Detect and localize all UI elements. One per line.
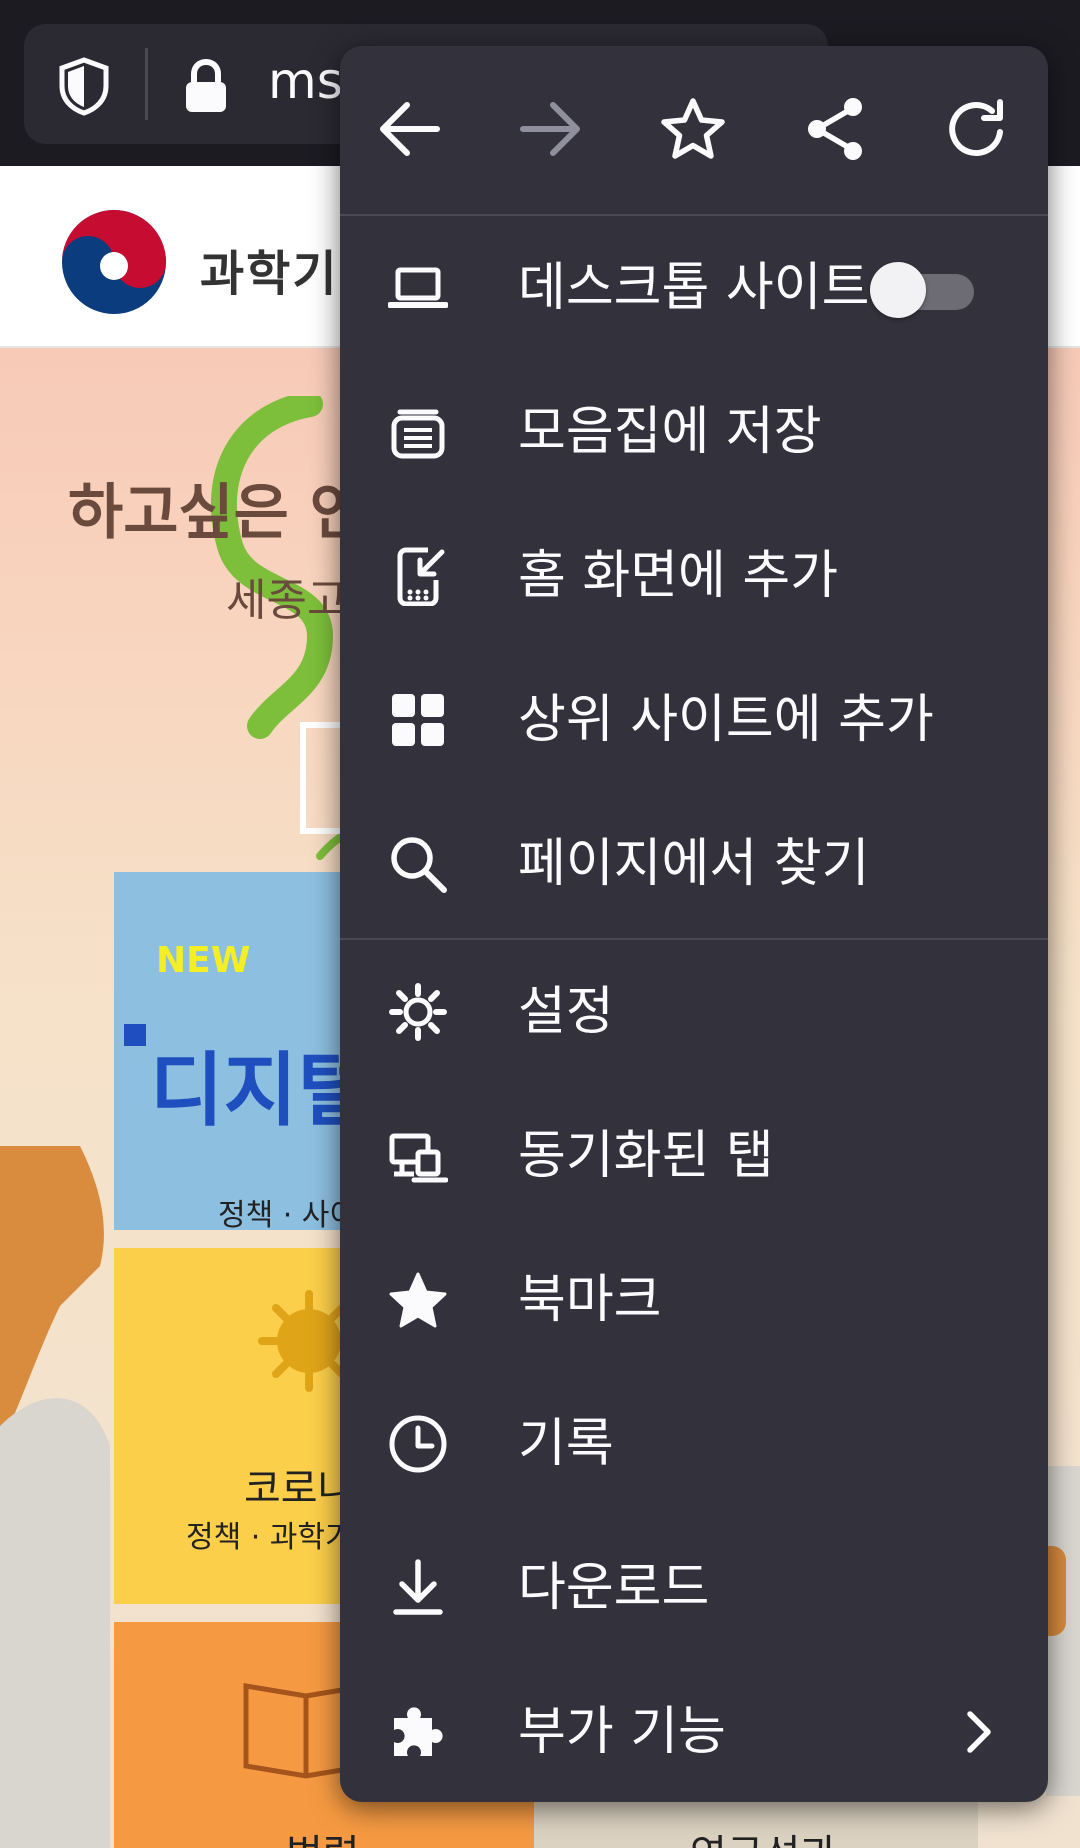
menu-item-label: 설정 (518, 982, 614, 1042)
menu-item-history[interactable]: 기록 (340, 1372, 1048, 1516)
menu-item-label: 데스크톱 사이트 (518, 258, 870, 318)
arrow-right-icon (520, 102, 580, 156)
menu-item-add-to-home[interactable]: 홈 화면에 추가 (340, 504, 1048, 648)
hero-subtitle: 세종고 (226, 575, 348, 626)
share-button[interactable] (790, 84, 880, 174)
hero-title: 하고싶은 연 (68, 478, 365, 548)
digital-tile-caption: 정책 · 사이 (218, 1198, 358, 1233)
menu-item-save-collection[interactable]: 모음집에 저장 (340, 360, 1048, 504)
arrow-left-icon (380, 102, 440, 156)
menu-item-add-to-top-sites[interactable]: 상위 사이트에 추가 (340, 648, 1048, 792)
toggle-knob (870, 262, 926, 318)
menu-item-bookmarks[interactable]: 북마크 (340, 1228, 1048, 1372)
government-emblem-icon (62, 210, 166, 314)
star-filled-icon (389, 1272, 447, 1328)
menu-navigation-row (340, 46, 1048, 214)
digital-tile-title: 디지털 (150, 1044, 371, 1137)
menu-item-settings[interactable]: 설정 (340, 940, 1048, 1084)
menu-item-label: 페이지에서 찾기 (518, 834, 870, 894)
lock-icon[interactable] (182, 58, 230, 114)
reload-icon (949, 99, 1003, 157)
corona-tile-title: 코로나 (244, 1466, 355, 1512)
laptop-icon (388, 267, 448, 308)
bullet-decoration (124, 1024, 146, 1046)
url-bar-separator (145, 48, 148, 120)
menu-item-addons[interactable]: 부가 기능 (340, 1660, 1048, 1802)
corona-tile-caption: 정책 · 과학기 (186, 1520, 353, 1555)
scientist-illustration (0, 1146, 110, 1848)
clock-icon (389, 1415, 447, 1473)
org-name: 과학기 (200, 246, 339, 302)
add-to-homescreen-icon (397, 547, 445, 606)
menu-item-downloads[interactable]: 다운로드 (340, 1516, 1048, 1660)
download-icon (393, 1559, 443, 1615)
puzzle-icon (394, 1707, 443, 1756)
tracking-protection-shield-icon[interactable] (56, 56, 112, 116)
synced-tabs-icon (389, 1133, 448, 1183)
menu-item-synced-tabs[interactable]: 동기화된 탭 (340, 1084, 1048, 1228)
menu-item-label: 홈 화면에 추가 (518, 546, 839, 606)
star-outline-icon (661, 98, 725, 159)
search-icon (391, 837, 447, 893)
forward-button[interactable] (506, 84, 596, 174)
menu-item-label: 다운로드 (518, 1558, 710, 1618)
share-icon (808, 98, 862, 160)
menu-item-label: 동기화된 탭 (518, 1126, 774, 1186)
menu-item-label: 부가 기능 (518, 1702, 726, 1762)
bookmark-page-button[interactable] (648, 84, 738, 174)
gear-icon (389, 983, 447, 1041)
law-tile-title: 법령 (286, 1822, 360, 1848)
menu-item-label: 상위 사이트에 추가 (518, 690, 934, 750)
chevron-right-icon (967, 1711, 991, 1753)
reload-button[interactable] (932, 84, 1022, 174)
menu-item-find-in-page[interactable]: 페이지에서 찾기 (340, 792, 1048, 936)
desktop-site-toggle[interactable] (870, 262, 974, 318)
research-tile-title: 연구성과 (690, 1822, 837, 1848)
back-button[interactable] (364, 84, 454, 174)
menu-item-label: 모음집에 저장 (518, 402, 822, 462)
menu-item-label: 북마크 (518, 1270, 662, 1330)
menu-item-desktop-site[interactable]: 데스크톱 사이트 (340, 216, 1048, 360)
browser-overflow-menu: 데스크톱 사이트 모음집에 저장 홈 화면에 추가 상위 사이트에 추가 페이지… (340, 46, 1048, 1802)
new-badge: NEW (156, 940, 251, 981)
menu-item-label: 기록 (518, 1414, 614, 1474)
grid-icon (392, 694, 444, 746)
collection-icon (391, 409, 445, 459)
